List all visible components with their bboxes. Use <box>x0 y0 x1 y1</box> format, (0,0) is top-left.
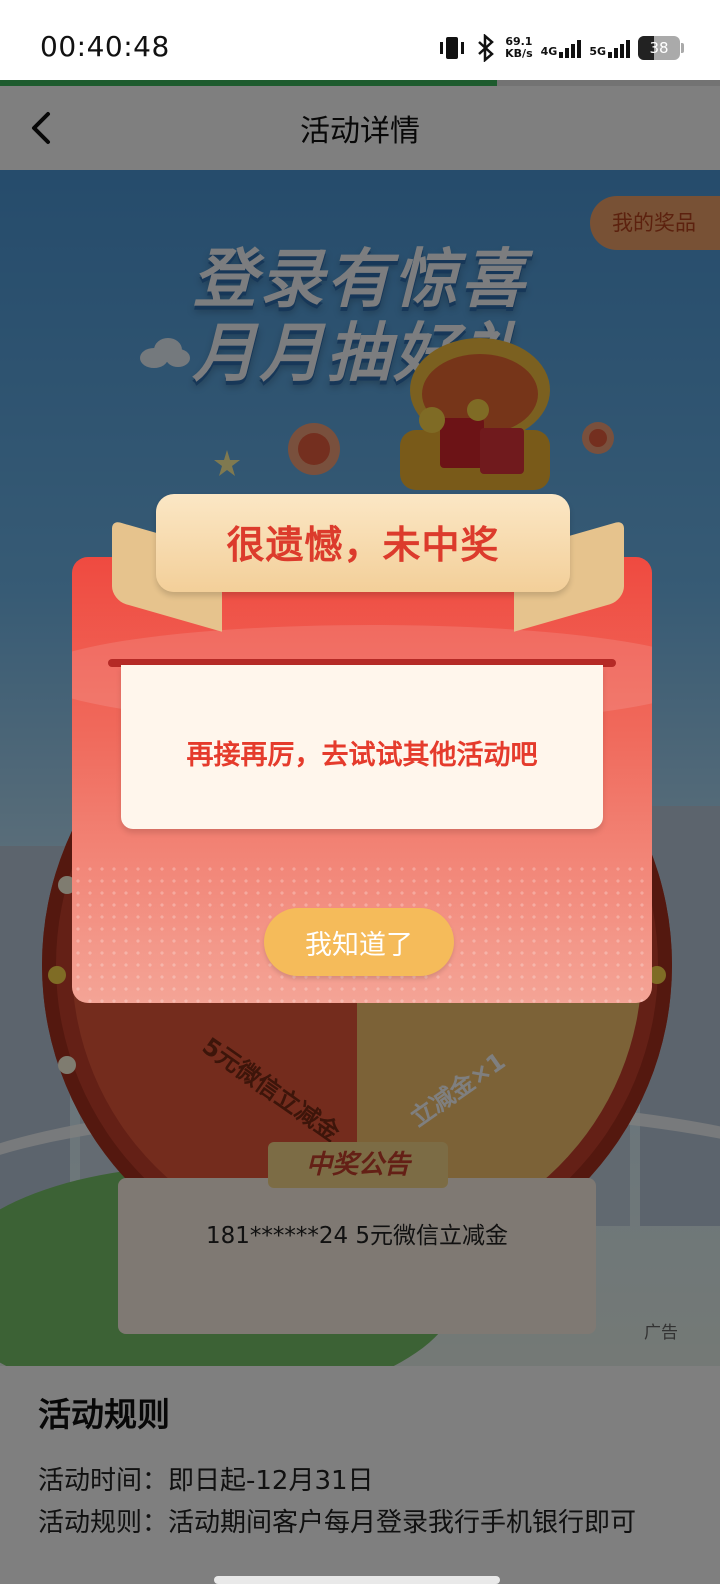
dialog-message: 再接再厉，去试试其他活动吧 <box>186 740 538 771</box>
vibrate-icon <box>440 37 465 59</box>
dialog-ribbon: 很遗憾，未中奖 <box>156 494 570 592</box>
message-card: 再接再厉，去试试其他活动吧 <box>121 665 603 829</box>
signal-4g: 4G <box>541 38 582 58</box>
home-indicator[interactable] <box>214 1576 500 1584</box>
ok-button[interactable]: 我知道了 <box>264 908 454 976</box>
bluetooth-icon <box>478 34 495 62</box>
dialog-title: 很遗憾，未中奖 <box>226 523 500 567</box>
battery-icon: 38 <box>638 36 684 60</box>
status-time: 00:40:48 <box>40 30 170 63</box>
network-speed: 69.1 KB/s <box>505 35 533 60</box>
signal-bars-icon <box>608 38 630 58</box>
signal-5g: 5G <box>589 38 630 58</box>
status-icons: 69.1 KB/s 4G 5G 38 <box>437 30 684 66</box>
signal-bars-icon <box>559 38 582 58</box>
status-bar: 00:40:48 69.1 KB/s 4G 5G 38 <box>0 0 720 80</box>
